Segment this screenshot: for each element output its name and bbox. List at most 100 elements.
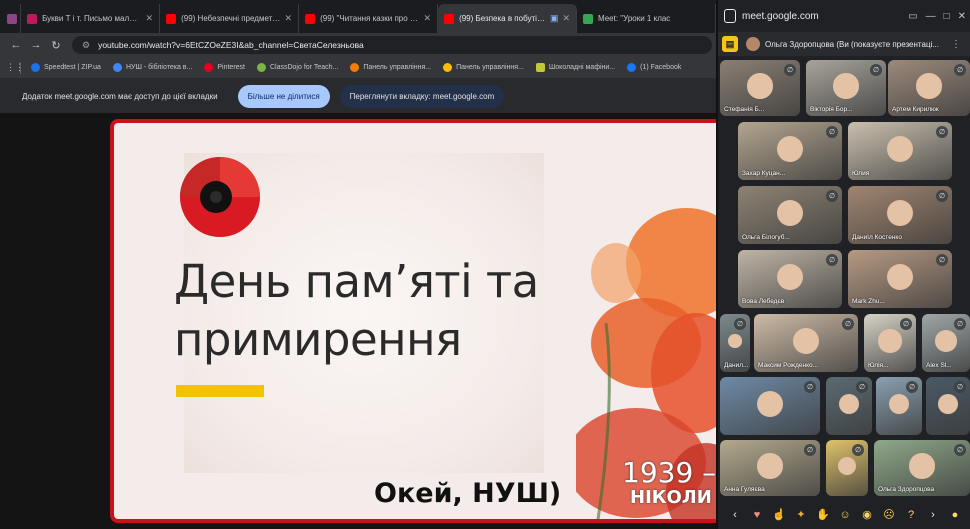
meet-window: meet.google.com ▭ — □ ✕ ▤ Ольга Здоропцо… (716, 0, 970, 529)
speedtest-icon (31, 63, 40, 72)
bookmark-facebook[interactable]: (1) Facebook (627, 63, 681, 72)
sad-reaction-icon[interactable]: ☹ (878, 508, 900, 521)
thinking-reaction-icon[interactable]: ? (900, 509, 922, 521)
site-info-icon[interactable]: ⚙ (82, 40, 90, 51)
close-icon[interactable]: ✕ (285, 13, 293, 24)
divider (20, 61, 21, 74)
participant-tile[interactable]: ∅ Юлия (848, 122, 952, 180)
participant-tile[interactable]: ∅ (720, 377, 820, 435)
participant-video (833, 73, 859, 99)
title-line-2: примирення (174, 313, 462, 366)
clap-reaction-icon[interactable]: ✋ (812, 508, 834, 521)
cast-icon[interactable]: ▭ (908, 11, 917, 22)
heart-reaction-icon[interactable]: ♥ (746, 509, 768, 521)
tab-2[interactable]: (99) Небезпечні предмети та ✕ (160, 4, 300, 33)
participant-tile[interactable]: ∅ Артем Кирилюк (888, 60, 970, 116)
presenter-text: Ольга Здоропцова (Ви (показуєте презента… (765, 39, 939, 49)
participant-name: Захар Куцан... (742, 170, 786, 177)
laugh-reaction-icon[interactable]: ☺ (834, 509, 856, 521)
bookmark-panel-1[interactable]: Панель управління... (350, 63, 431, 72)
bookmark-pinterest[interactable]: Pinterest (204, 63, 245, 72)
participant-tile[interactable]: ∅ Ольга Здоропцова (874, 440, 970, 496)
video-viewport[interactable]: День пам’яті та примирення 1939 – НІКОЛИ… (0, 113, 716, 529)
tab-0[interactable] (4, 4, 22, 33)
chevron-left-icon[interactable]: ‹ (724, 509, 746, 521)
mic-off-icon: ∅ (856, 381, 868, 393)
back-icon[interactable]: ← (6, 39, 26, 51)
bookmark-panel-2[interactable]: Панель управління... (443, 63, 524, 72)
classdojo-icon (256, 63, 266, 72)
participant-video (838, 393, 860, 415)
participant-name: Mark Zhu... (852, 298, 885, 305)
tab-title: (99) Небезпечні предмети та (181, 14, 281, 23)
thumbs-up-reaction-icon[interactable]: ☝ (768, 508, 790, 521)
tab-sharing-infobar: Додаток meet.google.com має доступ до ці… (0, 79, 716, 113)
participant-tile[interactable]: ∅ Вікторія Бор... (806, 60, 886, 116)
avatar (746, 37, 760, 51)
participant-video (776, 199, 804, 227)
bookmark-classdojo[interactable]: ClassDojo for Teach... (256, 63, 338, 72)
participant-tile[interactable]: ∅ Стефанія Б... (720, 60, 800, 116)
participant-tile[interactable]: ∅ Даниїл Костенко (848, 186, 952, 244)
participant-tile[interactable]: ∅ Alex Sl... (922, 314, 970, 372)
minimize-icon[interactable]: — (926, 11, 936, 22)
bookmark-speedtest[interactable]: Speedtest | ZIP.ua (31, 63, 101, 72)
participant-tile[interactable]: ∅ Максим Рожденко... (754, 314, 858, 372)
surprise-reaction-icon[interactable]: ◉ (856, 508, 878, 521)
participant-tile[interactable]: ∅ Анна Гуляєва (720, 440, 820, 496)
video-caption: Окей, НУШ) (374, 478, 562, 509)
chevron-right-icon[interactable]: › (922, 509, 944, 521)
tab-4[interactable]: (99) Безпека в побуті. Пра ▣ ✕ (438, 4, 578, 33)
participant-video (886, 199, 914, 227)
tab-3[interactable]: (99) "Читання казки про черв ✕ (299, 4, 439, 33)
mic-off-icon: ∅ (954, 64, 966, 76)
participant-tile[interactable]: ∅ Ольга Білогуб... (738, 186, 842, 244)
more-options-icon[interactable]: ⋮ (951, 39, 961, 50)
apps-icon[interactable]: ⋮⋮ (6, 62, 24, 73)
participant-name: Стефанія Б... (724, 106, 765, 113)
mic-off-icon: ∅ (804, 444, 816, 456)
mic-off-icon: ∅ (804, 381, 816, 393)
close-icon[interactable]: ✕ (958, 11, 966, 22)
participant-video (776, 135, 804, 163)
participant-video (837, 456, 857, 476)
participant-tile[interactable]: ∅ Юлія... (864, 314, 916, 372)
participant-name: Даниїл Костенко (852, 234, 902, 241)
tab-5[interactable]: Meet: "Уроки 1 клас (577, 4, 717, 33)
address-bar[interactable]: ⚙ youtube.com/watch?v=6EtCZOeZE3I&ab_cha… (72, 36, 712, 54)
participant-name: Максим Рожденко... (758, 362, 819, 369)
poppy-icon (180, 157, 260, 237)
bookmark-nush[interactable]: НУШ - бібліотека в... (112, 63, 192, 72)
participant-tile[interactable]: ∅ (826, 377, 872, 435)
mic-off-icon: ∅ (842, 318, 854, 330)
close-icon[interactable]: ✕ (146, 13, 154, 24)
youtube-icon (166, 13, 177, 24)
slide-title: День пам’яті та примирення (174, 253, 604, 369)
participant-tile[interactable]: ∅ (926, 377, 970, 435)
participant-tile[interactable]: ∅ Вова Лебедєв (738, 250, 842, 308)
forward-icon[interactable]: → (26, 39, 46, 51)
participant-tile[interactable]: ∅ (876, 377, 922, 435)
participant-video (792, 327, 820, 355)
participant-name: Alex Sl... (926, 362, 952, 369)
participant-tile[interactable]: ∅ Захар Куцан... (738, 122, 842, 180)
close-icon[interactable]: ✕ (563, 13, 571, 24)
bookmark-label: Панель управління... (456, 64, 524, 71)
participant-name: Артем Кирилюк (892, 106, 939, 113)
stop-sharing-button[interactable]: Більше не ділитися (237, 84, 330, 108)
maximize-icon[interactable]: □ (944, 11, 950, 22)
switch-to-tab-button[interactable]: Переглянути вкладку: meet.google.com (339, 84, 505, 108)
participant-name: Юлия (852, 170, 870, 177)
participant-video (756, 390, 784, 418)
bookmark-muffins[interactable]: Шоколадні мафіни... (535, 63, 615, 72)
sharing-message: Додаток meet.google.com має доступ до ці… (22, 91, 218, 101)
reload-icon[interactable]: ↻ (46, 39, 66, 52)
party-reaction-icon[interactable]: ✦ (790, 508, 812, 521)
raise-hand-icon[interactable]: ● (944, 509, 966, 521)
participant-tile[interactable]: ∅ (826, 440, 868, 496)
participant-tile[interactable]: ∅ Данил... (720, 314, 750, 372)
close-icon[interactable]: ✕ (424, 13, 432, 24)
meet-tab-icon (724, 9, 736, 23)
participant-tile[interactable]: ∅ Mark Zhu... (848, 250, 952, 308)
tab-1[interactable]: Букви Т і т. Письмо малої бук ✕ (21, 4, 161, 33)
